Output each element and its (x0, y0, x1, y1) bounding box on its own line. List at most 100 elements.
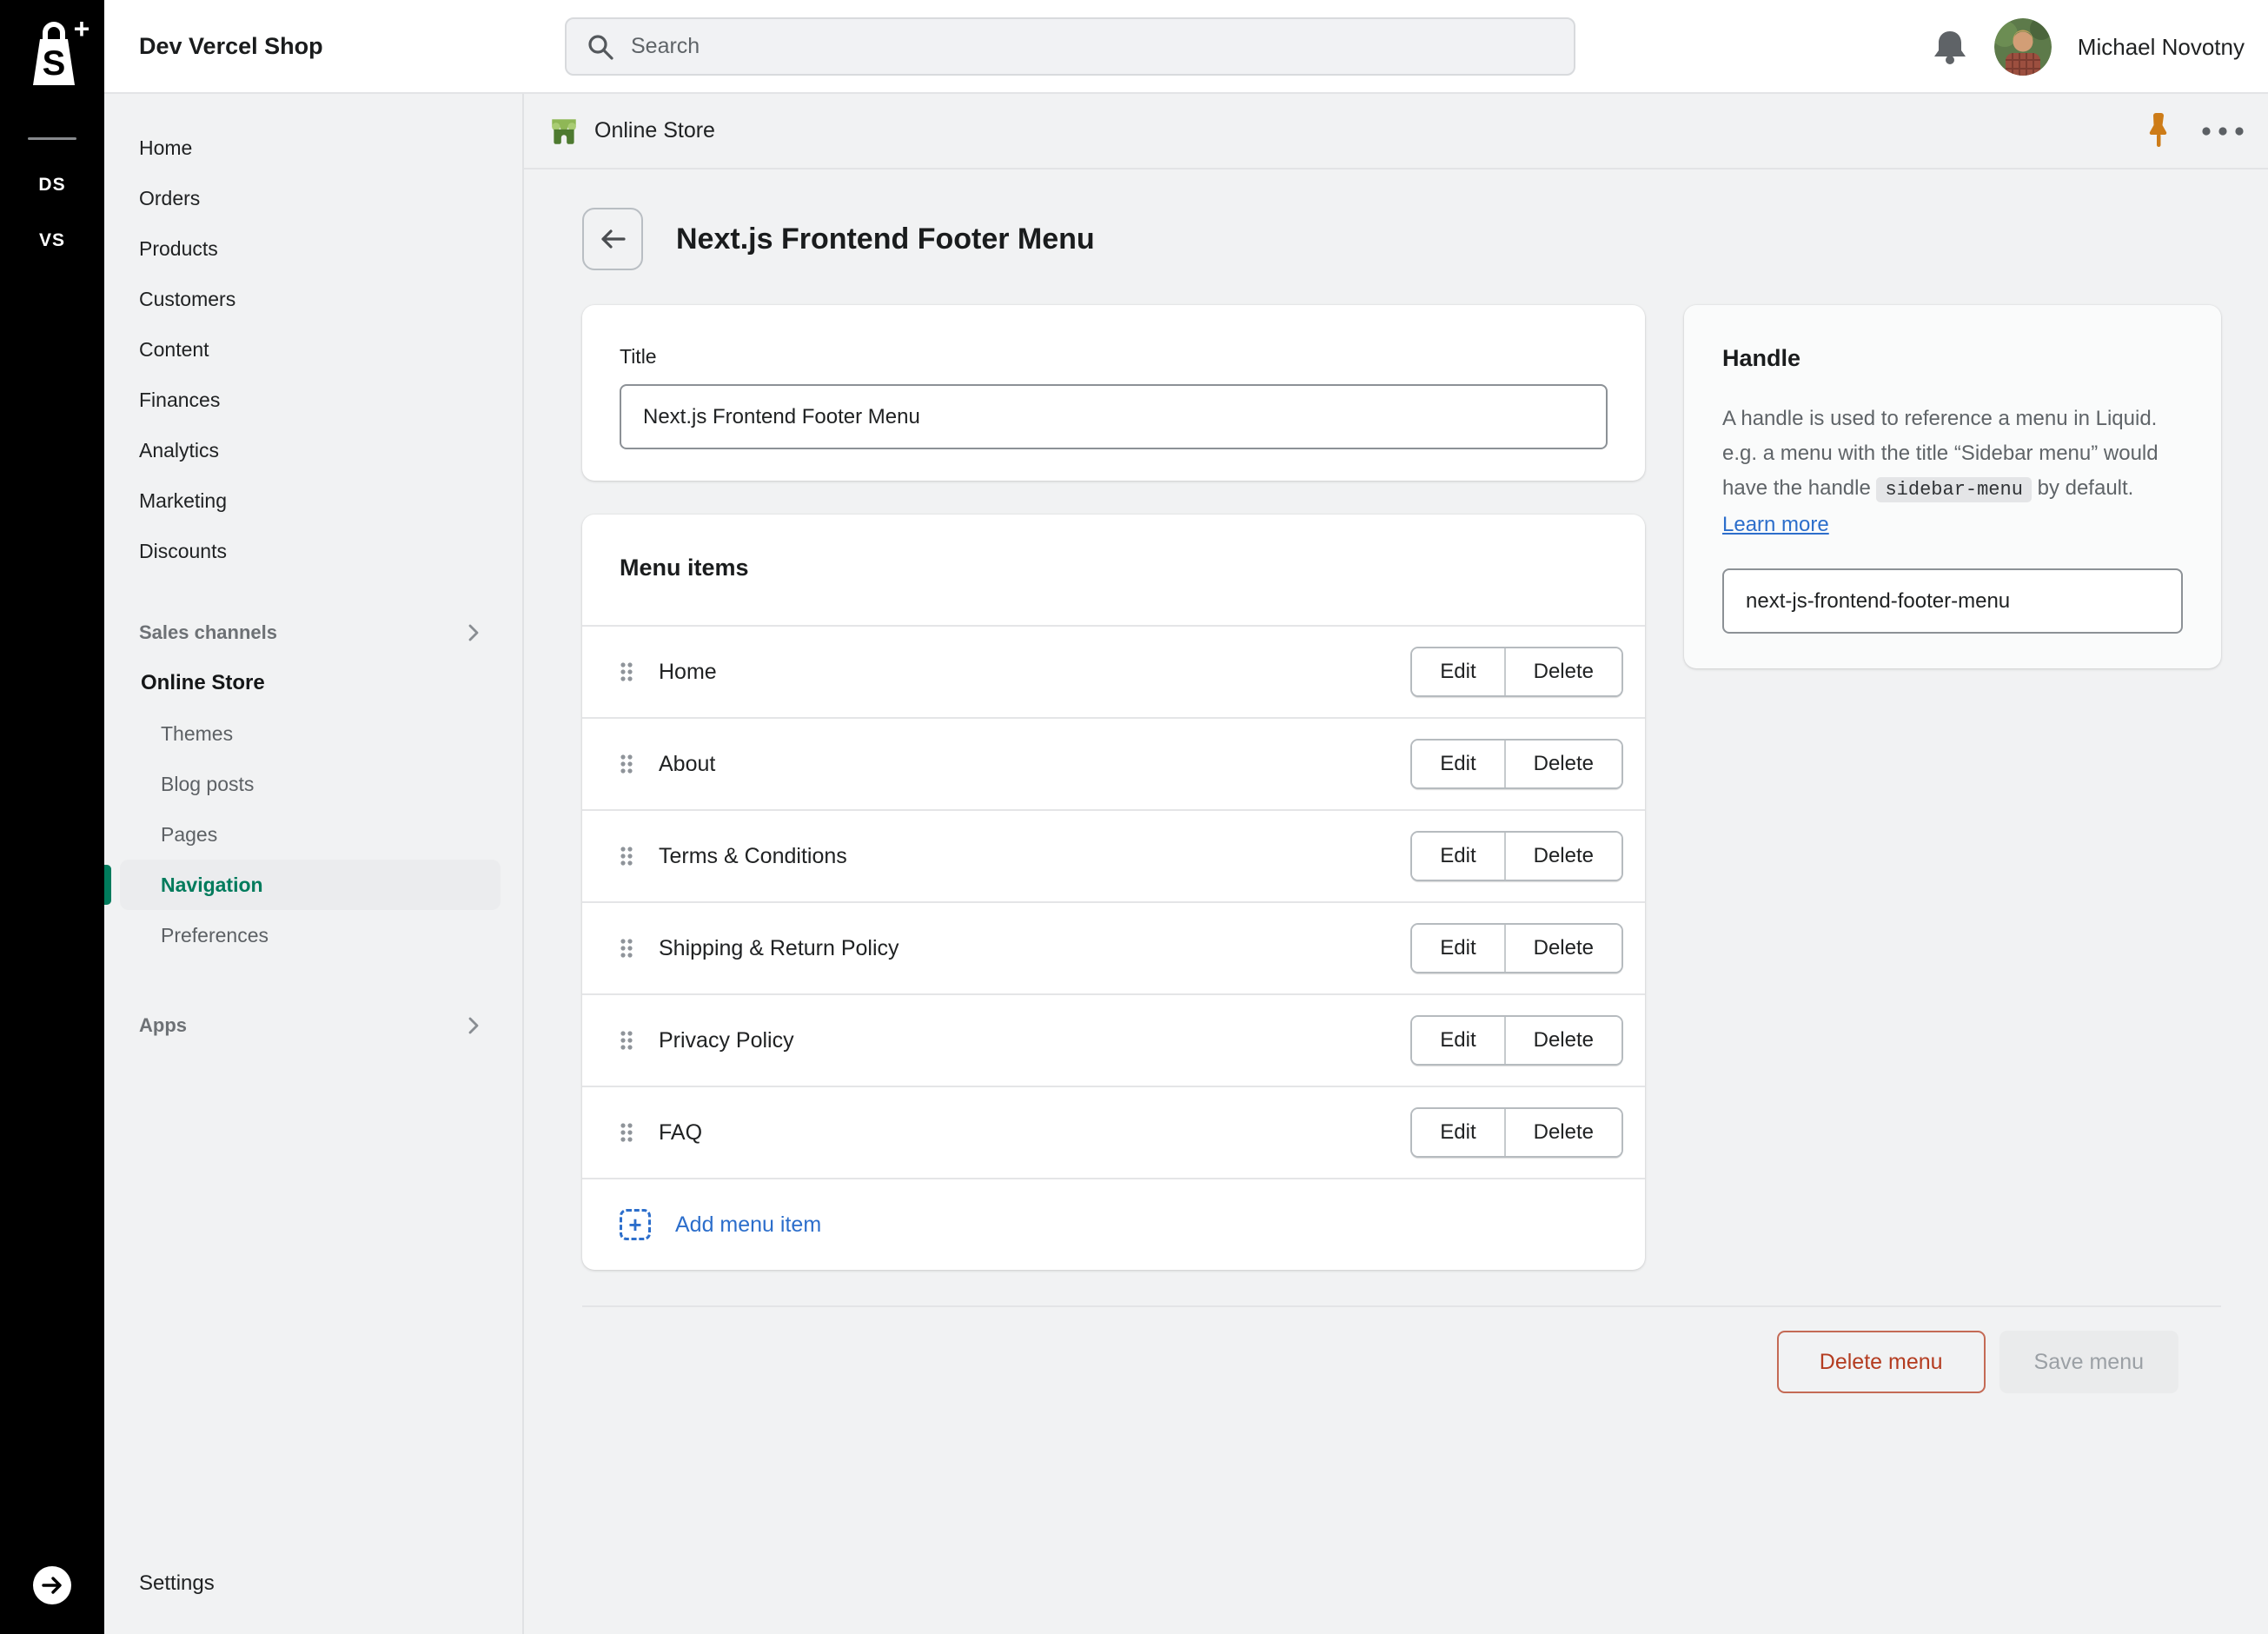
search-box[interactable] (565, 17, 1575, 76)
sidebar-subitem-preferences[interactable]: Preferences (120, 910, 501, 960)
learn-more-link[interactable]: Learn more (1722, 513, 1829, 536)
edit-button[interactable]: Edit (1412, 833, 1503, 880)
edit-delete-button-group: Edit Delete (1410, 831, 1623, 881)
online-store-label: Online Store (141, 671, 265, 695)
delete-menu-button[interactable]: Delete menu (1777, 1331, 1986, 1393)
edit-delete-button-group: Edit Delete (1410, 1107, 1623, 1158)
main-area: Online Store Next.js Frontend Footer Men… (524, 94, 2268, 1634)
sidebar-item-marketing[interactable]: Marketing (104, 475, 522, 526)
online-store-sub-list: Themes Blog posts Pages Navigation Prefe… (104, 708, 522, 960)
edit-button[interactable]: Edit (1412, 925, 1503, 972)
arrow-right-icon (41, 1574, 63, 1597)
app-rail: S + DS VS (0, 0, 104, 1634)
pin-icon[interactable] (2143, 110, 2174, 152)
sidebar-main-list: HomeOrdersProductsCustomersContentFinanc… (104, 123, 522, 576)
menu-item-row: Shipping & Return Policy Edit Delete (582, 901, 1645, 993)
drag-handle-icon[interactable] (620, 1121, 633, 1144)
ellipsis-icon[interactable] (2200, 126, 2245, 136)
apps-section: Apps (104, 1000, 522, 1051)
menu-item-row: Home Edit Delete (582, 625, 1645, 717)
delete-button[interactable]: Delete (1504, 648, 1621, 695)
menu-items-list: Home Edit Delete About Edit Delete Terms… (582, 625, 1645, 1178)
user-name[interactable]: Michael Novotny (2078, 34, 2245, 61)
menu-item-label: Shipping & Return Policy (659, 936, 899, 961)
menu-item-label: About (659, 752, 715, 777)
edit-button[interactable]: Edit (1412, 648, 1503, 695)
delete-button[interactable]: Delete (1504, 833, 1621, 880)
notifications-bell-icon[interactable] (1932, 28, 1968, 66)
context-title: Online Store (594, 118, 715, 143)
svg-text:+: + (74, 13, 90, 44)
handle-code-chip: sidebar-menu (1876, 477, 2031, 502)
storefront-icon (547, 115, 580, 148)
top-bar-right: Michael Novotny (1932, 0, 2245, 94)
collapse-arrow-button[interactable] (33, 1566, 71, 1604)
sidebar-item-analytics[interactable]: Analytics (104, 425, 522, 475)
sales-channels-section: Sales channels Online Store Themes Blog … (104, 608, 522, 960)
sidebar-item-home[interactable]: Home (104, 123, 522, 173)
title-card: Title (582, 305, 1645, 481)
avatar[interactable] (1994, 18, 2052, 76)
menu-item-label: Home (659, 660, 717, 685)
chevron-right-icon (467, 1015, 481, 1036)
edit-button[interactable]: Edit (1412, 1109, 1503, 1156)
rail-divider (28, 137, 76, 140)
drag-handle-icon[interactable] (620, 753, 633, 775)
handle-card: Handle A handle is used to reference a m… (1684, 305, 2221, 668)
drag-handle-icon[interactable] (620, 937, 633, 960)
rail-store-badge-vs[interactable]: VS (39, 230, 65, 251)
sidebar-subitem-blog-posts[interactable]: Blog posts (120, 759, 501, 809)
sidebar-item-products[interactable]: Products (104, 223, 522, 274)
edit-button[interactable]: Edit (1412, 1017, 1503, 1064)
sidebar-item-discounts[interactable]: Discounts (104, 526, 522, 576)
dashed-plus-icon: + (620, 1209, 651, 1240)
footer-actions: Delete menu Save menu (582, 1331, 2221, 1393)
shopify-logo-icon[interactable]: S + (0, 0, 104, 104)
sidebar-subitem-pages[interactable]: Pages (120, 809, 501, 860)
sidebar-subitem-navigation[interactable]: Navigation (120, 860, 501, 910)
menu-item-row: Privacy Policy Edit Delete (582, 993, 1645, 1086)
sidebar-subitem-themes[interactable]: Themes (120, 708, 501, 759)
add-menu-item-label: Add menu item (675, 1212, 821, 1238)
search-input[interactable] (631, 34, 1555, 59)
drag-handle-icon[interactable] (620, 661, 633, 683)
chevron-right-icon (467, 622, 481, 643)
sidebar-item-online-store[interactable]: Online Store (104, 658, 522, 708)
sidebar-section-apps[interactable]: Apps (104, 1000, 522, 1051)
sidebar-item-customers[interactable]: Customers (104, 274, 522, 324)
active-indicator (104, 865, 111, 905)
title-input[interactable] (620, 384, 1608, 449)
menu-item-row: FAQ Edit Delete (582, 1086, 1645, 1178)
handle-input[interactable] (1722, 568, 2183, 634)
sales-channels-label: Sales channels (139, 621, 277, 644)
save-menu-button[interactable]: Save menu (1999, 1331, 2178, 1393)
menu-item-label: Terms & Conditions (659, 844, 847, 869)
add-menu-item-button[interactable]: + Add menu item (620, 1209, 821, 1240)
arrow-left-icon (597, 224, 628, 254)
delete-button[interactable]: Delete (1504, 1109, 1621, 1156)
sidebar-item-settings[interactable]: Settings (104, 1558, 522, 1609)
sidebar-section-sales-channels[interactable]: Sales channels (104, 608, 522, 658)
edit-delete-button-group: Edit Delete (1410, 923, 1623, 973)
shop-name: Dev Vercel Shop (139, 33, 323, 60)
drag-handle-icon[interactable] (620, 845, 633, 867)
sidebar-item-content[interactable]: Content (104, 324, 522, 375)
page-header: Next.js Frontend Footer Menu (582, 208, 2221, 270)
add-menu-item-row: + Add menu item (582, 1178, 1645, 1270)
menu-items-card-header: Menu items (582, 515, 1645, 625)
menu-item-row: Terms & Conditions Edit Delete (582, 809, 1645, 901)
apps-label: Apps (139, 1014, 187, 1037)
back-button[interactable] (582, 208, 643, 270)
sidebar: HomeOrdersProductsCustomersContentFinanc… (104, 94, 524, 1634)
sidebar-item-orders[interactable]: Orders (104, 173, 522, 223)
menu-item-label: Privacy Policy (659, 1028, 794, 1053)
delete-button[interactable]: Delete (1504, 925, 1621, 972)
delete-button[interactable]: Delete (1504, 1017, 1621, 1064)
edit-button[interactable]: Edit (1412, 741, 1503, 787)
page-content: Next.js Frontend Footer Menu Title Menu … (524, 169, 2268, 1445)
drag-handle-icon[interactable] (620, 1029, 633, 1052)
sidebar-item-finances[interactable]: Finances (104, 375, 522, 425)
search-icon (586, 32, 615, 62)
rail-store-badge-ds[interactable]: DS (38, 175, 65, 196)
delete-button[interactable]: Delete (1504, 741, 1621, 787)
